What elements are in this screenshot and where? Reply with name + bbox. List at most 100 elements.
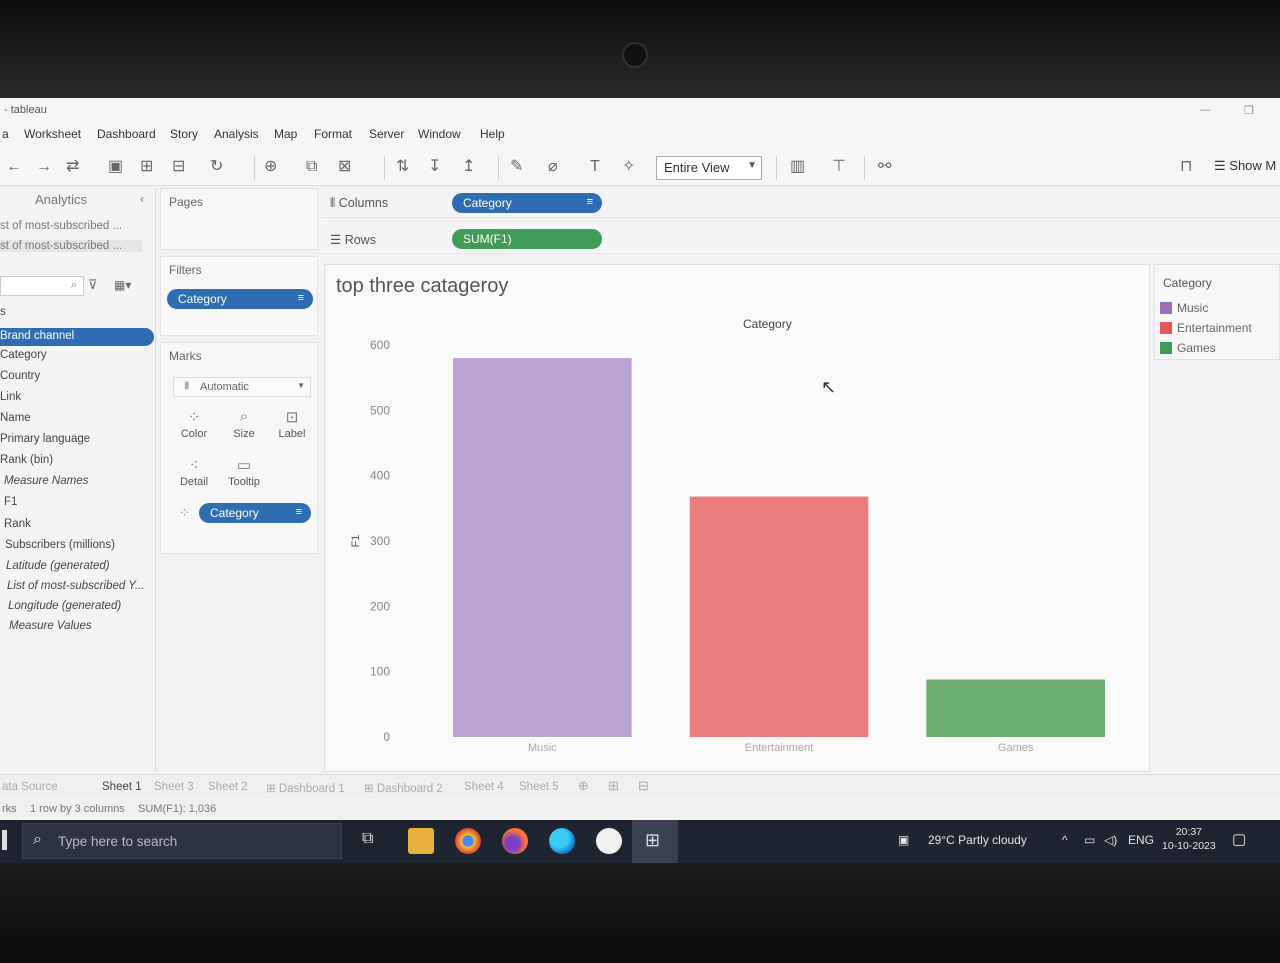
pages-card[interactable]: Pages (160, 188, 318, 250)
data-source-item[interactable]: st of most-subscribed ... (0, 240, 142, 252)
forward-icon[interactable]: → (36, 158, 52, 176)
tab-dashboard-2[interactable]: ⊞ Dashboard 2 (364, 781, 443, 795)
legend-item-music[interactable]: Music (1160, 301, 1208, 315)
columns-shelf[interactable]: ⫴ Columns Category ≡ (322, 188, 1280, 218)
field-rank-bin[interactable]: Rank (bin) (0, 454, 53, 466)
new-dashboard-icon[interactable]: ⊞ (608, 778, 619, 794)
new-data-source-icon[interactable]: ⊞ (140, 158, 153, 176)
new-story-icon[interactable]: ⊟ (638, 778, 649, 794)
volume-icon[interactable]: ◁) (1104, 833, 1117, 847)
file-explorer-icon[interactable] (408, 828, 434, 854)
presentation-icon[interactable]: ⊤ (832, 158, 846, 176)
field-rank[interactable]: Rank (4, 518, 31, 530)
clear-sheet-icon[interactable]: ⊠ (338, 158, 351, 176)
field-name[interactable]: Name (0, 412, 31, 424)
field-list-most-subscribed[interactable]: List of most-subscribed Y... (7, 580, 144, 592)
sort-descending-icon[interactable]: ↥ (462, 158, 475, 176)
show-cards-icon[interactable]: ▥ (790, 158, 805, 176)
pin-icon[interactable]: ✧ (622, 158, 635, 176)
color-button[interactable]: ⁘ Color (171, 405, 217, 449)
duplicate-icon[interactable]: ⧉ (306, 158, 317, 176)
menu-data[interactable]: a (2, 127, 9, 141)
label-button[interactable]: ⊡ Label (269, 405, 315, 449)
new-worksheet-icon[interactable]: ⊕ (578, 778, 589, 794)
tab-sheet-5[interactable]: Sheet 5 (519, 781, 559, 793)
field-latitude[interactable]: Latitude (generated) (6, 560, 110, 572)
filter-icon[interactable]: ⊽ (88, 276, 98, 294)
menu-format[interactable]: Format (314, 127, 352, 141)
collapse-panel-icon[interactable]: ‹ (140, 192, 144, 206)
chrome-icon[interactable] (455, 828, 481, 854)
legend-item-games[interactable]: Games (1160, 341, 1216, 355)
tab-analytics[interactable]: Analytics (35, 192, 87, 207)
detail-button[interactable]: ⁖ Detail (171, 453, 217, 497)
tab-dashboard-1[interactable]: ⊞ Dashboard 1 (266, 781, 345, 795)
field-measure-names[interactable]: Measure Names (4, 475, 88, 487)
restore-icon[interactable]: ❐ (1244, 104, 1254, 117)
tooltip-button[interactable]: ▭ Tooltip (221, 453, 267, 497)
menu-story[interactable]: Story (170, 127, 198, 141)
taskbar-search-input[interactable]: ⌕ Type here to search (22, 823, 342, 859)
field-subscribers[interactable]: Subscribers (millions) (5, 539, 115, 551)
view-options-icon[interactable]: ▦▾ (114, 276, 131, 294)
rows-shelf[interactable]: ☰ Rows SUM(F1) (322, 224, 1280, 254)
firefox-icon[interactable] (502, 828, 528, 854)
share-icon[interactable]: ⚯ (878, 158, 891, 176)
field-search-input[interactable]: ⌕ (0, 276, 84, 296)
highlight-icon[interactable]: ✎ (510, 158, 523, 176)
language-indicator[interactable]: ENG (1128, 833, 1154, 847)
refresh-icon[interactable]: ↻ (210, 158, 223, 176)
swap-icon[interactable]: ⇅ (396, 158, 409, 176)
menu-server[interactable]: Server (369, 127, 404, 141)
tab-data-source[interactable]: ata Source (2, 781, 58, 793)
field-brand-channel[interactable]: Brand channel (0, 328, 154, 346)
label-icon[interactable]: T (590, 158, 600, 176)
pause-updates-icon[interactable]: ⊟ (172, 158, 185, 176)
tableau-taskbar-button[interactable]: ⊞ (632, 820, 678, 863)
field-category[interactable]: Category (0, 349, 47, 361)
data-source-icon[interactable]: ⇄ (66, 158, 79, 176)
legend-item-entertainment[interactable]: Entertainment (1160, 321, 1252, 335)
clock[interactable]: 20:37 10-10-2023 (1162, 825, 1216, 853)
field-f1[interactable]: F1 (4, 496, 17, 508)
field-country[interactable]: Country (0, 370, 40, 382)
menu-worksheet[interactable]: Worksheet (24, 127, 81, 141)
color-pill-category[interactable]: Category ≡ (199, 503, 311, 523)
notification-icon[interactable]: ▢ (1232, 830, 1246, 848)
pin-toolbar-icon[interactable]: ⊓ (1180, 158, 1192, 176)
chevron-up-icon[interactable]: ^ (1062, 833, 1068, 847)
tab-sheet-1[interactable]: Sheet 1 (102, 781, 142, 793)
rows-pill-sum-f1[interactable]: SUM(F1) (452, 229, 602, 249)
edge-icon[interactable] (549, 828, 575, 854)
task-view-icon[interactable]: ⧉ (362, 830, 373, 848)
bar-entertainment[interactable] (689, 496, 869, 737)
menu-dashboard[interactable]: Dashboard (97, 127, 156, 141)
weather-text[interactable]: 29°C Partly cloudy (928, 833, 1027, 847)
new-worksheet-icon[interactable]: ⊕ (264, 158, 277, 176)
tab-sheet-4[interactable]: Sheet 4 (464, 781, 504, 793)
group-icon[interactable]: ⌀ (548, 158, 558, 176)
tab-sheet-2[interactable]: Sheet 2 (208, 781, 248, 793)
minimize-icon[interactable]: — (1200, 104, 1211, 116)
columns-pill-category[interactable]: Category ≡ (452, 193, 602, 213)
tab-sheet-3[interactable]: Sheet 3 (154, 781, 194, 793)
bar-games[interactable] (926, 679, 1105, 737)
menu-help[interactable]: Help (480, 127, 505, 141)
data-source-item[interactable]: st of most-subscribed ... (0, 220, 122, 232)
sort-ascending-icon[interactable]: ↧ (428, 158, 441, 176)
field-link[interactable]: Link (0, 391, 21, 403)
battery-icon[interactable]: ▭ (1084, 833, 1095, 847)
mark-type-select[interactable]: ▮ Automatic ▼ (173, 377, 311, 397)
field-primary-language[interactable]: Primary language (0, 433, 90, 445)
show-me-button[interactable]: ☰ Show M (1214, 158, 1276, 174)
size-button[interactable]: ⌕ Size (221, 405, 267, 449)
menu-map[interactable]: Map (274, 127, 297, 141)
back-icon[interactable]: ← (6, 158, 22, 176)
menu-analysis[interactable]: Analysis (214, 127, 259, 141)
save-icon[interactable]: ▣ (108, 158, 123, 176)
filters-card[interactable]: Filters Category ≡ (160, 256, 318, 336)
bar-music[interactable] (453, 358, 632, 737)
filter-pill-category[interactable]: Category ≡ (167, 289, 313, 309)
fit-view-select[interactable]: Entire View ▼ (656, 156, 762, 180)
view-canvas[interactable]: top three catageroy Category 0 100 200 300 4… (324, 264, 1150, 772)
